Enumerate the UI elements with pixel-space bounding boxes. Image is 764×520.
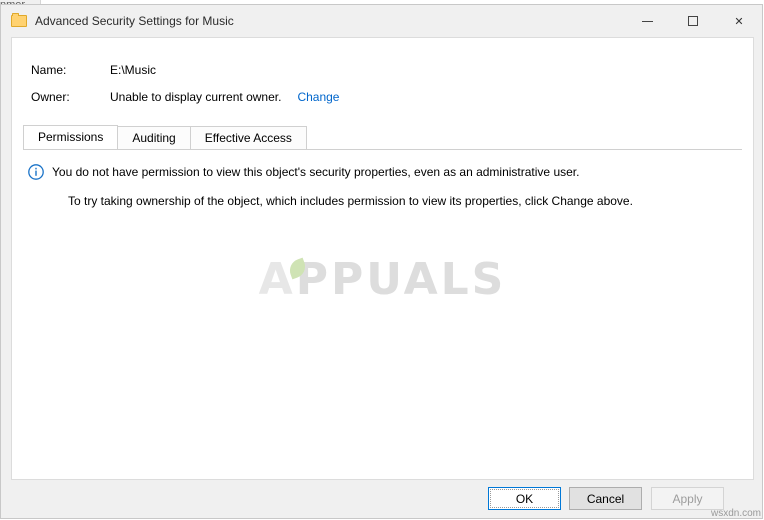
watermark-text: PPUALS bbox=[295, 254, 507, 305]
caption-button-group: ✕ bbox=[624, 5, 762, 37]
dialog-client-area: Name: E:\Music Owner: Unable to display … bbox=[11, 37, 754, 480]
info-icon bbox=[28, 164, 44, 180]
apply-button: Apply bbox=[651, 487, 724, 510]
permission-message-line1: You do not have permission to view this … bbox=[52, 165, 580, 179]
title-bar: Advanced Security Settings for Music ✕ bbox=[1, 5, 762, 37]
change-owner-link[interactable]: Change bbox=[297, 90, 339, 104]
maximize-icon[interactable] bbox=[670, 5, 716, 37]
owner-row: Owner: Unable to display current owner. … bbox=[12, 77, 753, 104]
name-value: E:\Music bbox=[110, 63, 157, 77]
owner-label: Owner: bbox=[31, 90, 70, 104]
site-watermark: wsxdn.com bbox=[710, 508, 761, 519]
folder-icon bbox=[11, 13, 27, 29]
leaf-icon bbox=[286, 257, 309, 280]
name-row: Name: E:\Music bbox=[12, 38, 753, 77]
cancel-button[interactable]: Cancel bbox=[569, 487, 642, 510]
minimize-icon[interactable] bbox=[624, 5, 670, 37]
watermark-letter-a: A bbox=[258, 254, 296, 305]
tab-strip: Permissions Auditing Effective Access bbox=[23, 125, 742, 150]
name-label: Name: bbox=[31, 63, 67, 77]
advanced-security-settings-window: Advanced Security Settings for Music ✕ N… bbox=[0, 4, 763, 519]
appuals-watermark: APPUALS bbox=[12, 254, 753, 305]
permission-message-line2: To try taking ownership of the object, w… bbox=[68, 194, 633, 208]
permission-message: You do not have permission to view this … bbox=[12, 164, 753, 208]
close-icon[interactable]: ✕ bbox=[716, 5, 762, 37]
tab-effective-access[interactable]: Effective Access bbox=[189, 126, 307, 149]
tab-permissions[interactable]: Permissions bbox=[23, 125, 119, 149]
owner-value: Unable to display current owner. bbox=[110, 90, 282, 104]
ok-button[interactable]: OK bbox=[488, 487, 561, 510]
dialog-footer: OK Cancel Apply bbox=[1, 478, 762, 518]
tab-auditing[interactable]: Auditing bbox=[117, 126, 191, 149]
window-title: Advanced Security Settings for Music bbox=[35, 14, 234, 28]
